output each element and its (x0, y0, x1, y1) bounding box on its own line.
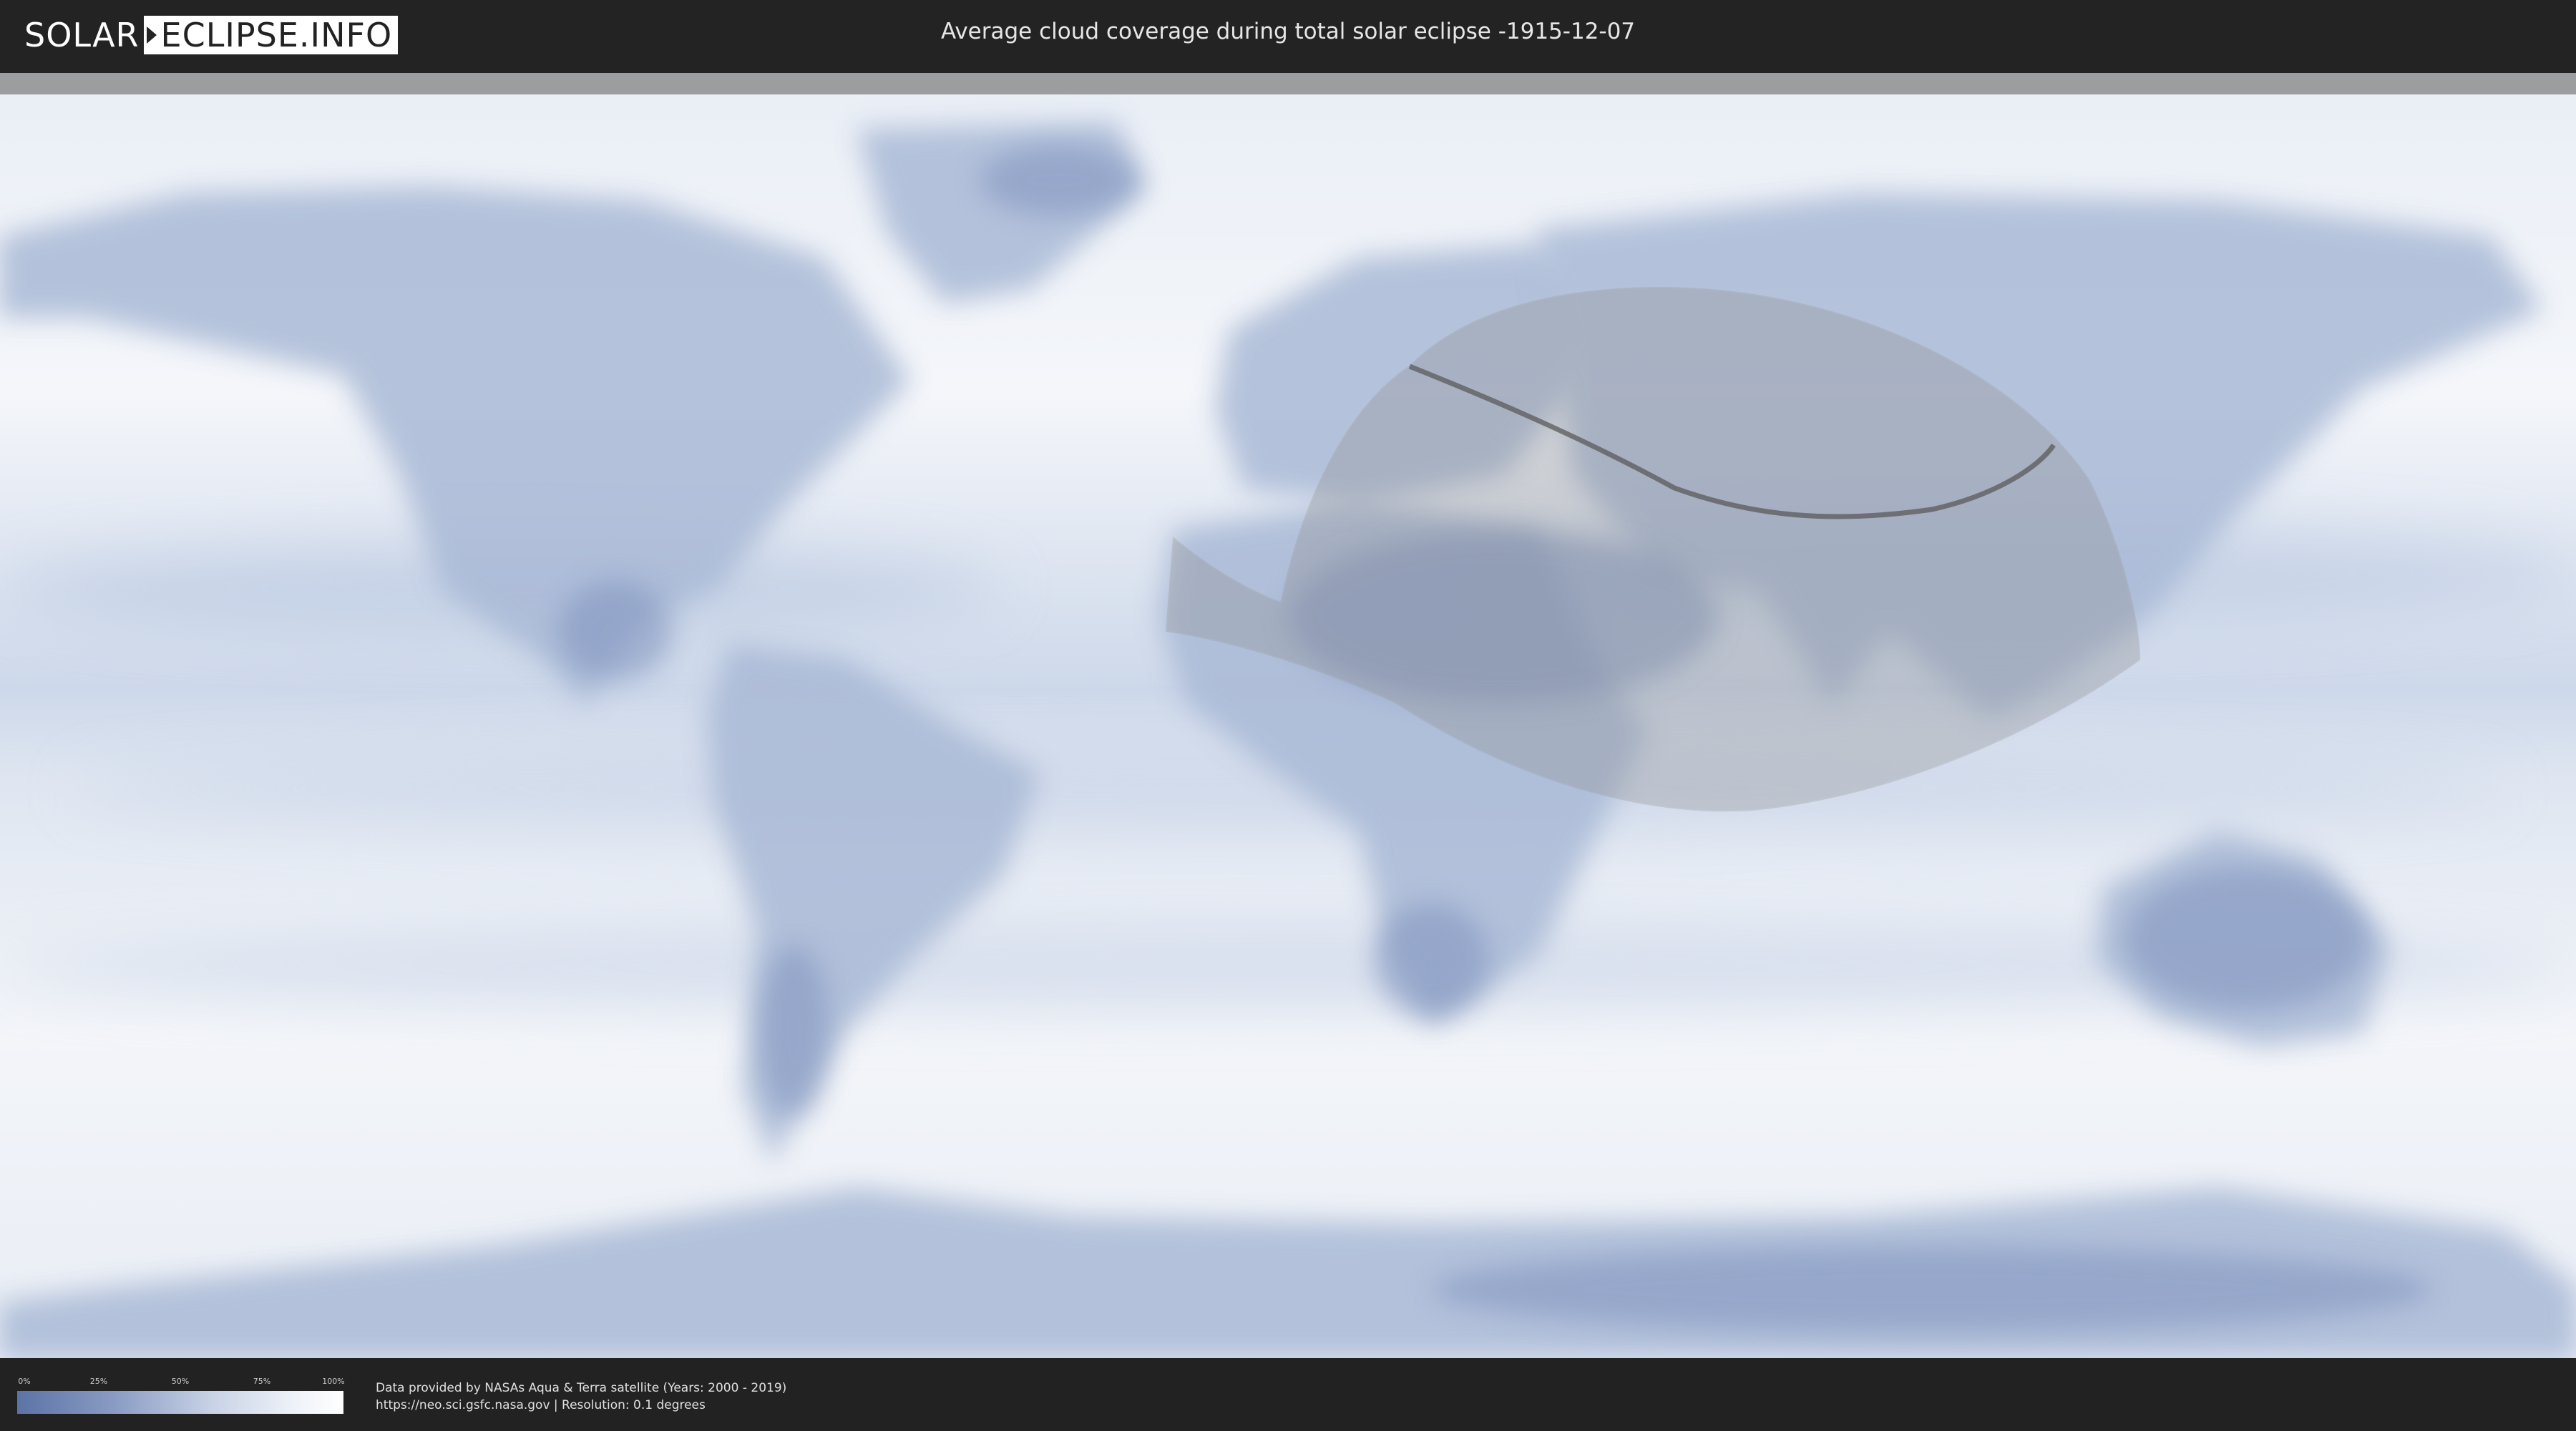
credits-line-url: https://neo.sci.gsfc.nasa.gov | Resoluti… (376, 1398, 706, 1412)
top-edge-band (0, 73, 2576, 94)
logo-text-eclipse: ECLIPSE.INFO (160, 16, 393, 54)
page-title: Average cloud coverage during total sola… (940, 19, 1636, 44)
legend-tick-50: 50% (171, 1377, 190, 1386)
cloud-coverage-legend: 0% 25% 50% 75% 100% (17, 1377, 345, 1414)
world-map (0, 73, 2576, 1358)
logo-notch-icon (146, 26, 157, 44)
legend-ticks: 0% 25% 50% 75% 100% (17, 1377, 345, 1391)
logo-text-solar: SOLAR (24, 16, 140, 54)
page: SOLAR ECLIPSE.INFO Average cloud coverag… (0, 0, 2576, 1431)
legend-tick-75: 75% (253, 1377, 271, 1386)
cloud-coverage-map (0, 73, 2576, 1358)
logo-box: ECLIPSE.INFO (143, 16, 399, 54)
data-credits: Data provided by NASAs Aqua & Terra sate… (376, 1379, 786, 1414)
legend-color-bar (17, 1391, 343, 1414)
site-logo[interactable]: SOLAR ECLIPSE.INFO (24, 16, 399, 54)
legend-tick-100: 100% (322, 1377, 345, 1386)
legend-tick-25: 25% (89, 1377, 108, 1386)
header-bar: SOLAR ECLIPSE.INFO Average cloud coverag… (0, 0, 2576, 72)
credits-line-source: Data provided by NASAs Aqua & Terra sate… (376, 1381, 787, 1395)
footer-bar: 0% 25% 50% 75% 100% Data provided by NAS… (0, 1358, 2576, 1431)
legend-tick-0: 0% (18, 1377, 31, 1386)
